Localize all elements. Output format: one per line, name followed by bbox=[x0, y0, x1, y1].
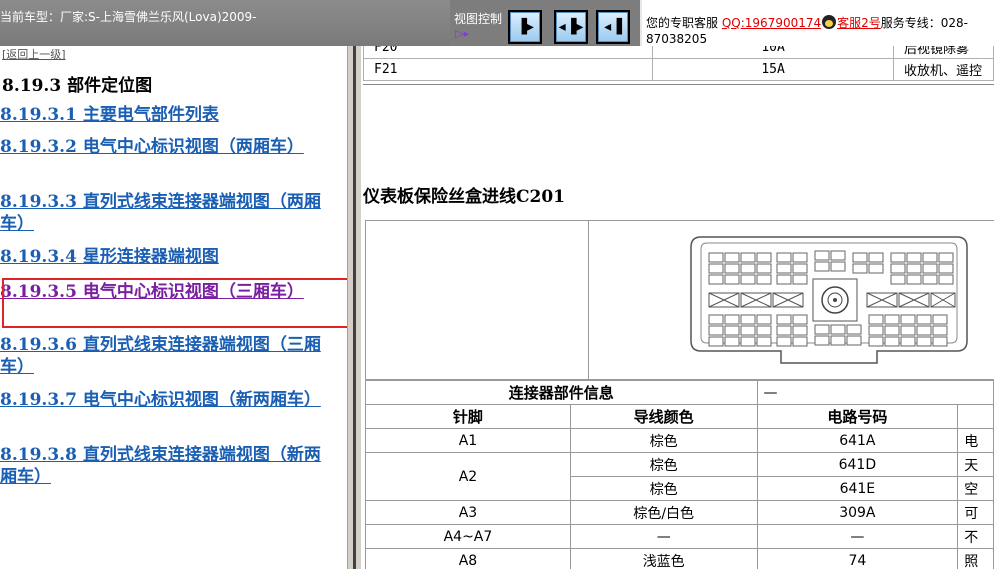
pin-cell: A3 bbox=[365, 500, 571, 525]
info-value-cell: — bbox=[756, 380, 994, 405]
column-header bbox=[957, 404, 994, 429]
rating-cell: 10A bbox=[652, 46, 895, 59]
connector-title: 仪表板保险丝盒进线C201 bbox=[363, 187, 566, 207]
show-left-pane-button[interactable]: ◂▐ bbox=[596, 10, 630, 44]
show-right-pane-button[interactable]: ▐▸ bbox=[508, 10, 542, 44]
fuse-cell: F21 bbox=[362, 58, 654, 81]
service2-link[interactable]: 客服2号 bbox=[837, 16, 881, 30]
content-pane: F20 10A 后视镜除雾 F21 15A 收放机、遥控 仪表板保险丝盒进线C2… bbox=[361, 46, 994, 569]
hotline-label: 服务专线：028- bbox=[880, 16, 969, 30]
toc-item-8-19-3-4[interactable]: 8.19.3.4 星形连接器端视图 bbox=[0, 246, 330, 268]
color-cell: 棕色/白色 bbox=[569, 500, 758, 525]
table-row: A1 棕色 641A 电 bbox=[365, 428, 994, 453]
support-panel: 您的专职客服 QQ:1967900174 客服2号服务专线：028- 870382… bbox=[642, 0, 994, 46]
pin-table: 连接器部件信息 — 针脚 导线颜色 电路号码 A1 棕色 641A 电 A2 棕… bbox=[365, 380, 994, 569]
color-cell: 棕色 bbox=[569, 428, 758, 453]
play-icon[interactable]: ▷▸ bbox=[455, 27, 469, 40]
circuit-cell: 641E bbox=[756, 476, 959, 501]
table-row: A8 浅蓝色 74 照 bbox=[365, 548, 994, 569]
function-cell: 电 bbox=[957, 428, 994, 453]
toc-item-8-19-3-8[interactable]: 8.19.3.8 直列式线束连接器端视图（新两厢车） bbox=[0, 444, 330, 488]
table-row: F21 15A 收放机、遥控 bbox=[362, 58, 994, 81]
divider bbox=[363, 84, 994, 85]
toc-item-8-19-3-6[interactable]: 8.19.3.6 直列式线束连接器端视图（三厢车） bbox=[0, 334, 330, 378]
function-cell: 天 bbox=[957, 452, 994, 477]
circuit-cell: 309A bbox=[756, 500, 959, 525]
table-row: A4~A7 — — 不 bbox=[365, 524, 994, 549]
selection-highlight-box bbox=[2, 278, 350, 328]
connector-diagram-frame bbox=[365, 220, 994, 381]
panel-right-arrow-icon: ◂▐ bbox=[604, 19, 622, 35]
toc-item-8-19-3-7[interactable]: 8.19.3.7 电气中心标识视图（新两厢车） bbox=[0, 389, 330, 411]
color-cell: 浅蓝色 bbox=[569, 548, 758, 569]
car-info-panel: 当前车型：厂家:S-上海雪佛兰乐风(Lova)2009- bbox=[0, 0, 450, 46]
table-row: A2 棕色 641D 天 bbox=[365, 452, 994, 501]
split-view-button[interactable]: ◂▐▸ bbox=[554, 10, 588, 44]
circuit-cell: 641A bbox=[756, 428, 959, 453]
qq-link[interactable]: QQ:1967900174 bbox=[722, 16, 821, 30]
view-control-label: 视图控制 bbox=[454, 12, 503, 26]
pin-cell: A2 bbox=[365, 452, 571, 501]
table-row: 针脚 导线颜色 电路号码 bbox=[365, 404, 994, 429]
color-cell: 棕色 bbox=[569, 476, 758, 501]
circuit-cell: — bbox=[756, 524, 959, 549]
pin-cell: A1 bbox=[365, 428, 571, 453]
pin-cell: A4~A7 bbox=[365, 524, 571, 549]
back-link[interactable]: [返回上一级] bbox=[2, 46, 66, 62]
panel-left-arrow-icon: ▐▸ bbox=[516, 19, 534, 35]
circuit-cell: 641D bbox=[756, 452, 959, 477]
function-cell: 可 bbox=[957, 500, 994, 525]
circuit-cell: 74 bbox=[756, 548, 959, 569]
section-title: 8.19.3 部件定位图 bbox=[2, 76, 153, 96]
table-row: F20 10A 后视镜除雾 bbox=[362, 46, 994, 59]
color-cell: — bbox=[569, 524, 758, 549]
connector-face-image bbox=[690, 236, 968, 364]
function-cell: 照 bbox=[957, 548, 994, 569]
toc-item-8-19-3-1[interactable]: 8.19.3.1 主要电气部件列表 bbox=[0, 104, 330, 126]
desc-cell: 后视镜除雾 bbox=[893, 46, 994, 59]
fuse-cell: F20 bbox=[362, 46, 654, 59]
function-cell: 空 bbox=[957, 476, 994, 501]
color-cell: 棕色 bbox=[569, 452, 758, 477]
fuse-table: F20 10A 后视镜除雾 F21 15A 收放机、遥控 bbox=[362, 46, 994, 81]
rating-cell: 15A bbox=[652, 58, 895, 81]
function-cell: 不 bbox=[957, 524, 994, 549]
hotline-number: 87038205 bbox=[646, 32, 708, 46]
column-header: 针脚 bbox=[365, 404, 571, 429]
pin-cell: A8 bbox=[365, 548, 571, 569]
column-header: 电路号码 bbox=[756, 404, 959, 429]
split-arrows-icon: ◂▐▸ bbox=[558, 19, 584, 35]
toc-item-8-19-3-3[interactable]: 8.19.3.3 直列式线束连接器端视图（两厢车） bbox=[0, 191, 330, 235]
top-bar: 当前车型：厂家:S-上海雪佛兰乐风(Lova)2009- 视图控制 ▷▸ ▐▸ … bbox=[0, 0, 994, 46]
qq-penguin-icon bbox=[822, 15, 837, 29]
desc-cell: 收放机、遥控 bbox=[893, 58, 994, 81]
toc-item-8-19-3-2[interactable]: 8.19.3.2 电气中心标识视图（两厢车） bbox=[0, 136, 330, 158]
support-prefix: 您的专职客服 bbox=[646, 16, 719, 30]
info-label-cell: 连接器部件信息 bbox=[365, 380, 758, 405]
pane-splitter[interactable] bbox=[347, 46, 361, 569]
toc-pane: [返回上一级] 8.19.3 部件定位图 8.19.3.1 主要电气部件列表 8… bbox=[0, 46, 350, 569]
table-row: A3 棕色/白色 309A 可 bbox=[365, 500, 994, 525]
current-car-label: 当前车型：厂家:S-上海雪佛兰乐风(Lova)2009- bbox=[0, 10, 257, 24]
column-header: 导线颜色 bbox=[569, 404, 758, 429]
view-control-panel: 视图控制 ▷▸ ▐▸ ◂▐▸ ◂▐ bbox=[450, 0, 640, 46]
connector-diagram bbox=[588, 221, 994, 381]
table-row: 连接器部件信息 — bbox=[365, 380, 994, 405]
